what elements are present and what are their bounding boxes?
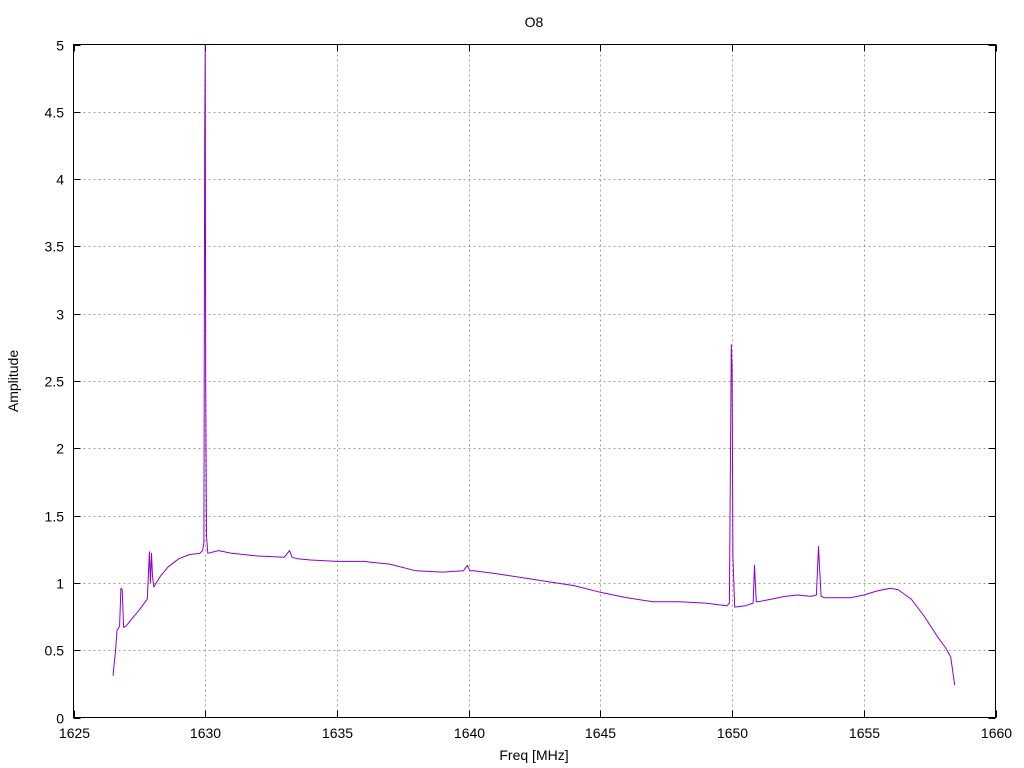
y-tick-label: 2.5 <box>45 374 65 390</box>
y-tick-label: 3.5 <box>45 239 65 255</box>
x-tick-label: 1640 <box>454 725 485 741</box>
tick-labels: 1625 1630 1635 1640 1645 1650 1655 1660 0 0.5 1 1.5… <box>45 38 1013 742</box>
x-tick-label: 1635 <box>322 725 353 741</box>
x-tick-label: 1655 <box>849 725 880 741</box>
x-tick-label: 1645 <box>585 725 616 741</box>
x-tick-label: 1660 <box>981 725 1012 741</box>
y-tick-label: 1.5 <box>45 509 65 525</box>
series-line-0 <box>112 44 956 686</box>
line-chart: 1625 1630 1635 1640 1645 1650 1655 1660 0 0.5 1 1.5… <box>5 14 1013 763</box>
x-tick-label: 1650 <box>717 725 748 741</box>
series-layer <box>112 44 956 686</box>
grid <box>73 44 996 718</box>
y-tick-label: 1 <box>56 576 64 592</box>
y-tick-label: 0 <box>56 711 64 727</box>
y-axis-title: Amplitude <box>5 350 21 412</box>
x-tick-label: 1630 <box>190 725 221 741</box>
y-tick-label: 4 <box>56 172 64 188</box>
y-tick-label: 3 <box>56 307 64 323</box>
y-tick-label: 0.5 <box>45 643 65 659</box>
y-tick-label: 5 <box>56 38 64 54</box>
y-tick-label: 2 <box>56 441 64 457</box>
x-tick-label: 1625 <box>59 725 90 741</box>
x-axis-title: Freq [MHz] <box>499 747 568 763</box>
y-tick-label: 4.5 <box>45 105 65 121</box>
chart-title: O8 <box>525 14 544 30</box>
